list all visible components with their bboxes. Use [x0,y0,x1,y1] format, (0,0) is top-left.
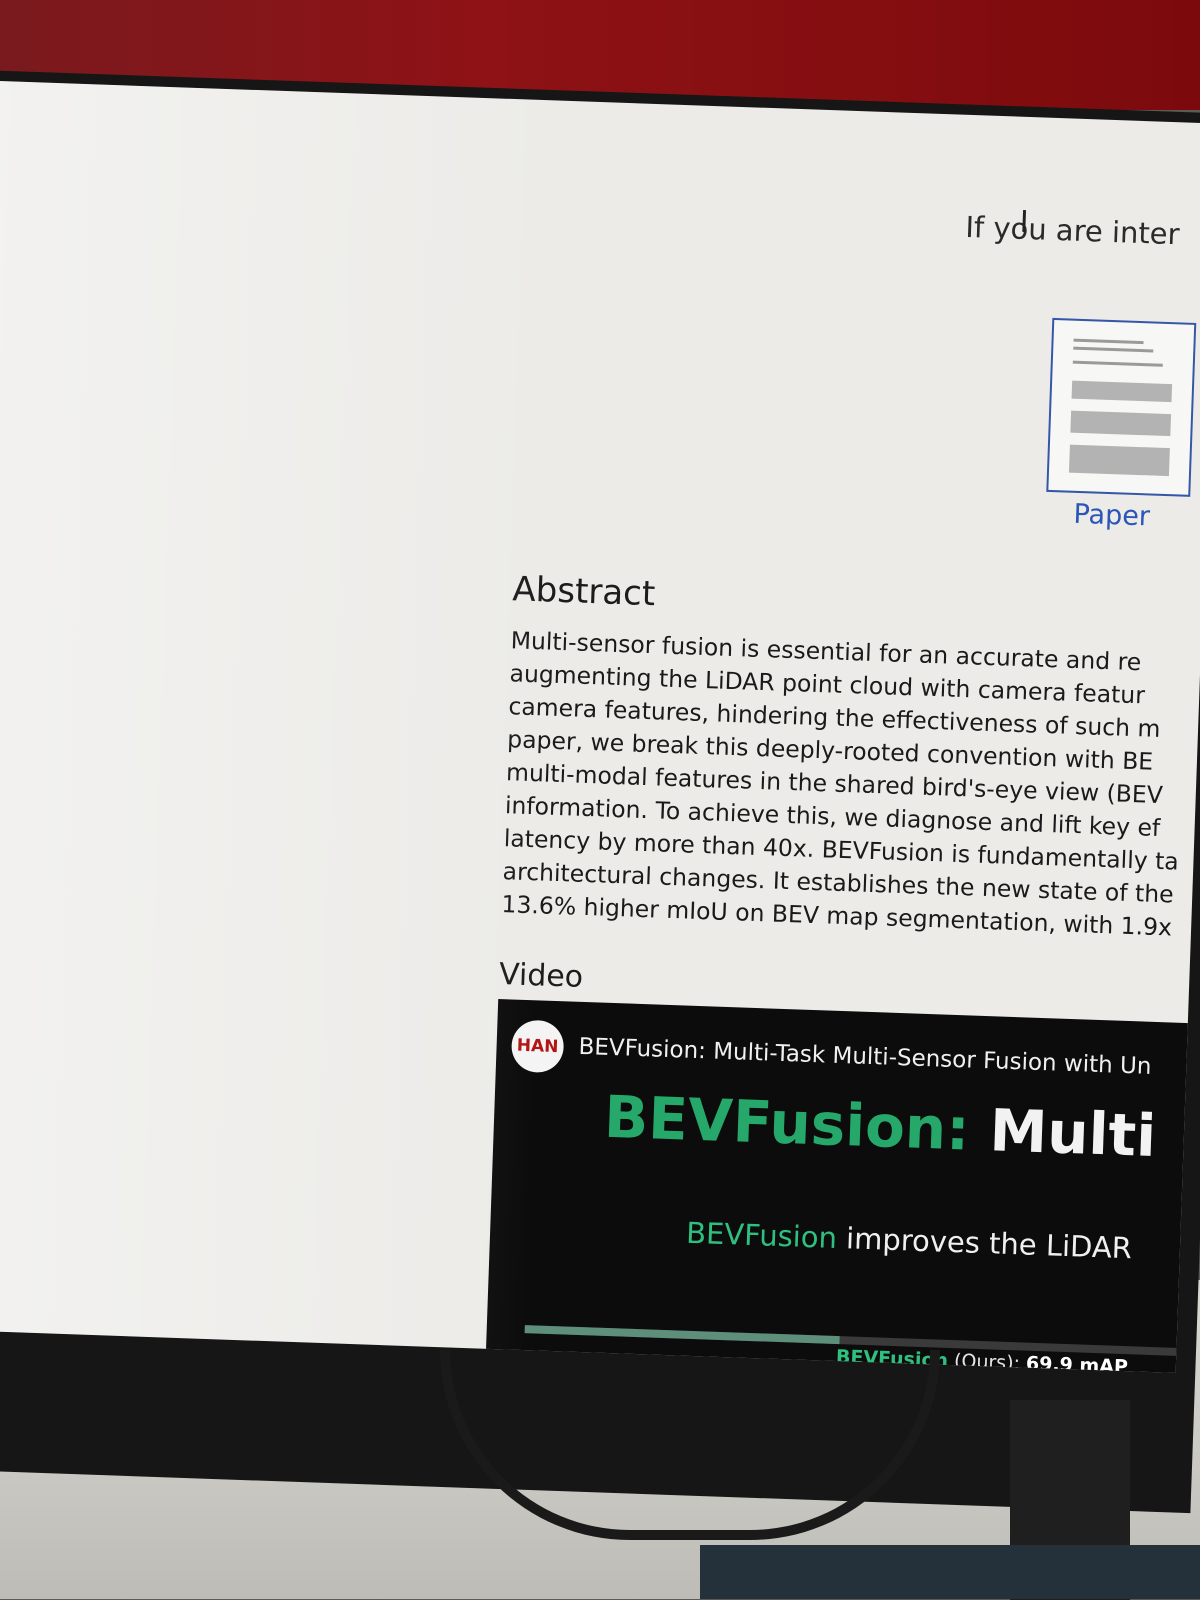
webpage: If you are inter I Paper Abstract Multi-… [485,100,1200,1373]
abstract-heading: Abstract [511,569,656,615]
monitor-stand-base [700,1545,1200,1599]
headline-white-text: Multi [968,1095,1158,1171]
monitor-screen: If you are inter I Paper Abstract Multi-… [0,80,1200,1373]
abstract-body: Multi-sensor fusion is essential for an … [501,624,1200,945]
video-frame-headline: BEVFusion: Multi [603,1083,1157,1170]
screen-glare [0,80,570,1351]
paper-thumbnail[interactable] [1046,317,1197,497]
subline-text: improves the LiDAR [836,1220,1133,1266]
video-progress-fill [524,1325,840,1345]
subline-green-text: BEVFusion [685,1215,838,1255]
video-heading: Video [498,957,584,995]
intro-text: If you are inter [964,209,1181,252]
paper-link[interactable]: Paper [1073,499,1151,533]
channel-avatar[interactable]: HAN [510,1019,565,1074]
video-frame-subline: BEVFusion improves the LiDAR [686,1216,1133,1266]
headline-green-text: BEVFusion: [603,1082,971,1164]
video-player[interactable]: HAN BEVFusion: Multi-Task Multi-Sensor F… [485,998,1200,1373]
video-title[interactable]: BEVFusion: Multi-Task Multi-Sensor Fusio… [578,1034,1152,1080]
text-cursor-icon: I [1019,204,1030,241]
